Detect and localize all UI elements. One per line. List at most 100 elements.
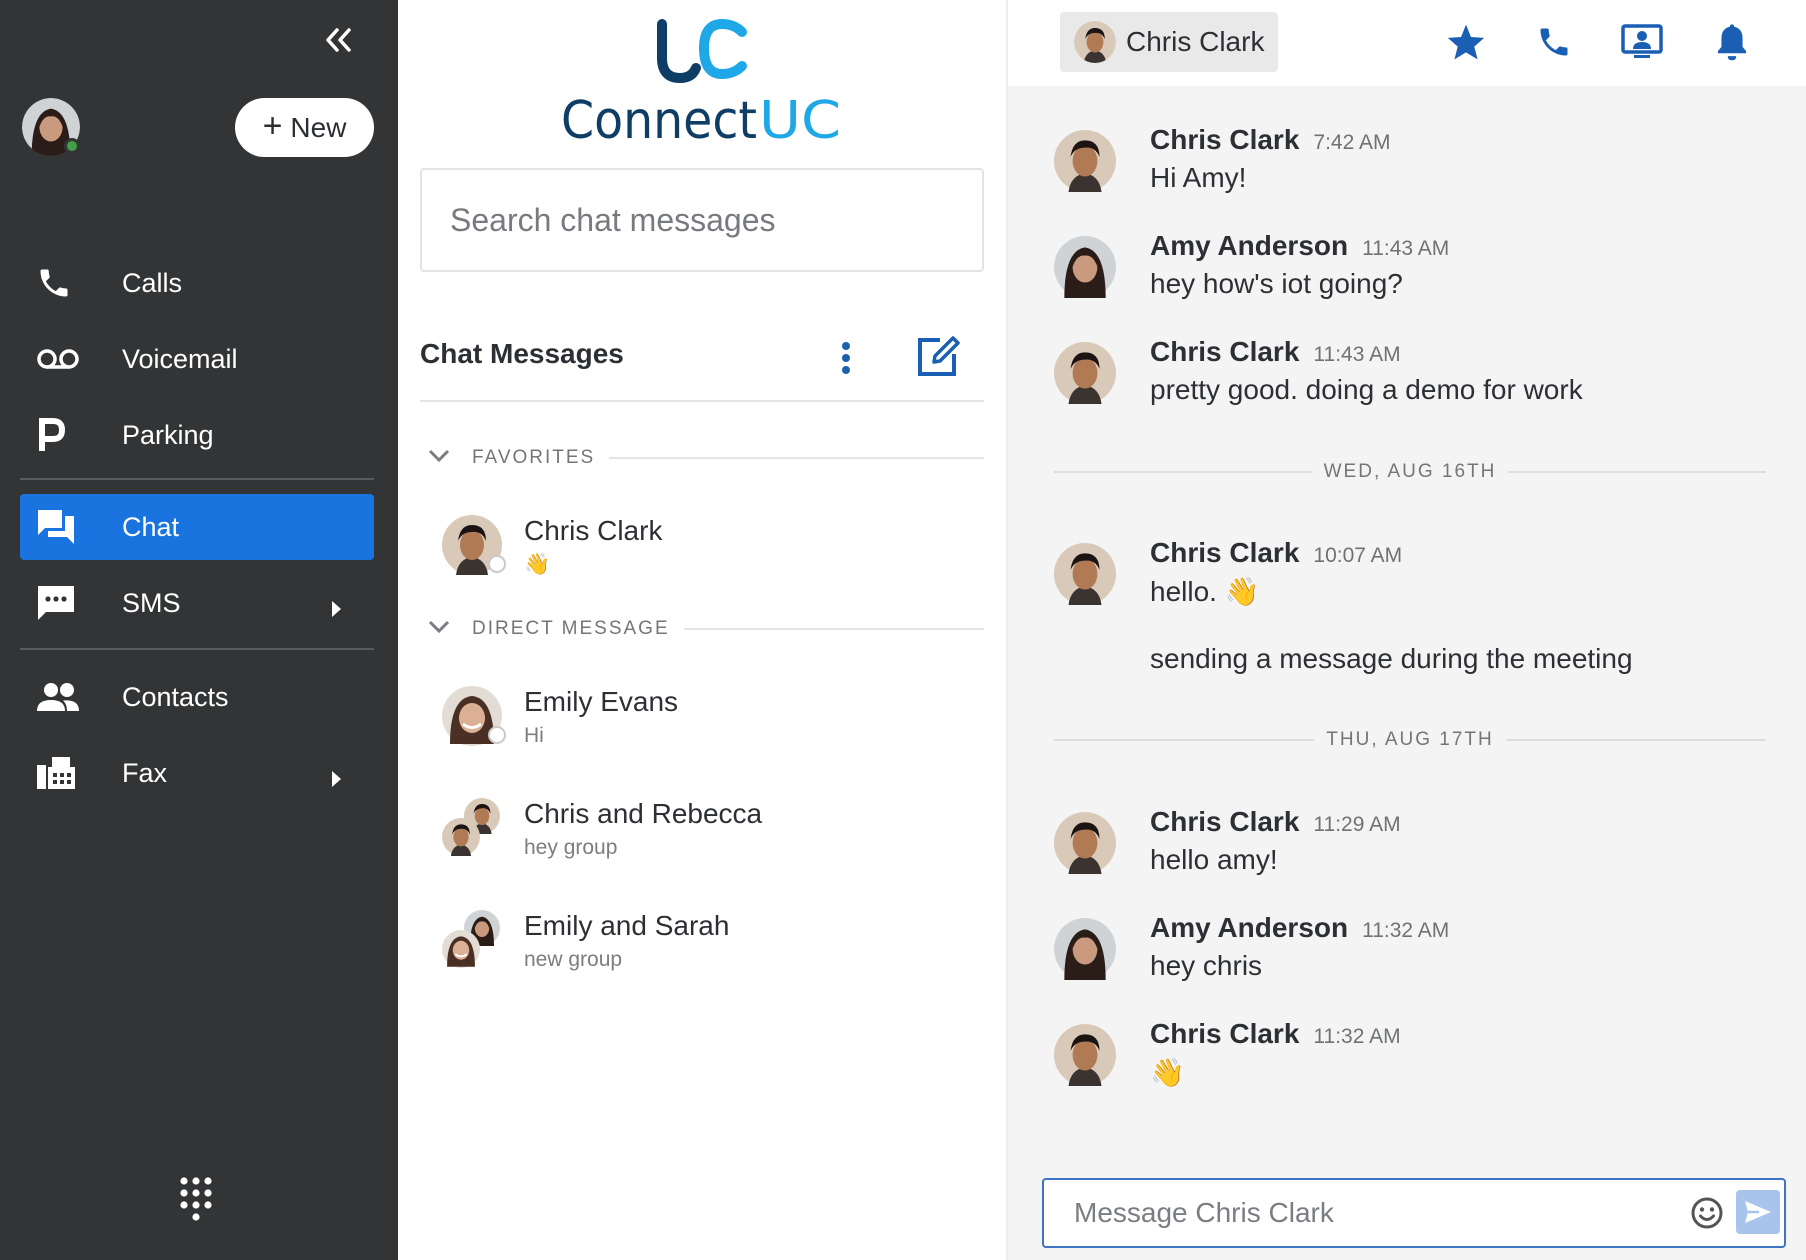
double-chevron-left-icon — [326, 28, 351, 52]
message-text: pretty good. doing a demo for work — [1150, 374, 1583, 405]
message-sender: Chris Clark 11:29 AM — [1150, 806, 1401, 838]
connectuc-logo: Connect UC — [558, 18, 848, 151]
conversation-name: Emily and Sarah — [524, 910, 730, 941]
direct-message-section-header[interactable]: DIRECT MESSAGE — [428, 614, 984, 644]
conversation-preview: new group — [524, 948, 623, 971]
contact-chip[interactable]: Chris Clark — [1060, 12, 1278, 72]
svg-text:Connect: Connect — [561, 91, 757, 148]
nav-item-contacts[interactable]: Contacts — [20, 664, 374, 730]
nav-item-voicemail[interactable]: Voicemail — [20, 326, 374, 392]
conversation-list-panel: Connect UC Chat Messages FAVORITES Chris… — [398, 0, 1008, 1260]
chevron-down-icon — [428, 620, 450, 639]
list-header-divider — [420, 400, 984, 402]
date-separator: WED, AUG 16TH — [1054, 460, 1766, 484]
sidebar: + New Calls Voicemail Parking Chat SMS C… — [0, 0, 398, 1260]
conversation-item-emily-and-sarah[interactable]: Emily and Sarah new group — [428, 910, 984, 1000]
message-text: hey chris — [1150, 950, 1263, 981]
sender-name: Amy Anderson — [1150, 230, 1349, 261]
message-time: 11:43 AM — [1313, 343, 1401, 366]
nav-item-sms[interactable]: SMS — [20, 570, 374, 636]
conversation-item-chris-and-rebecca[interactable]: Chris and Rebecca hey group — [428, 798, 984, 888]
date-label: THU, AUG 17TH — [1326, 729, 1494, 750]
section-divider — [683, 628, 984, 630]
nav-divider — [20, 648, 374, 650]
new-button[interactable]: + New — [235, 98, 374, 157]
caret-right-icon — [330, 594, 342, 625]
nav-item-fax[interactable]: Fax — [20, 740, 374, 806]
message-time: 11:29 AM — [1313, 813, 1401, 836]
nav-label-fax: Fax — [122, 757, 168, 788]
message-time: 11:43 AM — [1362, 237, 1450, 260]
message-sender: Amy Anderson 11:32 AM — [1150, 912, 1449, 944]
new-button-label: New — [290, 111, 347, 143]
message-sender: Chris Clark 11:43 AM — [1150, 336, 1401, 368]
send-icon — [1745, 1201, 1771, 1223]
chat-header: Chris Clark — [1008, 0, 1806, 86]
nav-item-chat[interactable]: Chat — [20, 494, 374, 560]
message-time: 11:32 AM — [1313, 1025, 1401, 1048]
nav-label-sms: SMS — [122, 587, 181, 618]
avatar — [1054, 1024, 1116, 1086]
nav-label-calls: Calls — [122, 267, 183, 298]
message-time: 7:42 AM — [1313, 131, 1391, 154]
date-separator: THU, AUG 17TH — [1054, 728, 1767, 752]
contact-name: Chris Clark — [1126, 26, 1265, 57]
bell-icon[interactable] — [1710, 20, 1754, 64]
phone-call-icon[interactable] — [1532, 20, 1576, 64]
screen-share-icon[interactable] — [1620, 20, 1664, 64]
favorites-label: FAVORITES — [472, 447, 596, 468]
sender-name: Chris Clark — [1150, 537, 1300, 568]
message-sender: Chris Clark 7:42 AM — [1150, 124, 1390, 156]
avatar — [1074, 21, 1116, 63]
group-avatar — [442, 910, 502, 970]
compose-message-icon[interactable] — [914, 332, 962, 380]
collapse-sidebar-button[interactable] — [318, 20, 358, 60]
avatar — [1054, 236, 1116, 298]
phone-icon — [36, 265, 96, 301]
chat-pane: Chris Clark Chris Clark 7:42 AM Hi Amy! A… — [1008, 0, 1806, 1260]
send-button[interactable] — [1736, 1190, 1780, 1234]
message-time: 10:07 AM — [1313, 544, 1403, 567]
conversation-name: Emily Evans — [524, 686, 679, 717]
date-label: WED, AUG 16TH — [1323, 461, 1497, 482]
dialpad-icon[interactable] — [178, 1176, 214, 1224]
message-input[interactable] — [1044, 1180, 1644, 1246]
search-chat-input[interactable] — [420, 168, 984, 272]
favorites-section-header[interactable]: FAVORITES — [428, 443, 984, 473]
nav-item-calls[interactable]: Calls — [20, 250, 374, 316]
nav-item-parking[interactable]: Parking — [20, 402, 374, 468]
nav-label-chat: Chat — [122, 511, 180, 542]
conversation-item-chris-clark[interactable]: Chris Clark 👋 — [428, 515, 984, 605]
svg-text:UC: UC — [759, 91, 841, 148]
group-avatar — [442, 798, 502, 858]
conversation-preview: Hi — [524, 724, 544, 747]
nav-divider — [20, 478, 374, 480]
chat-icon — [36, 508, 96, 546]
message-sender: Chris Clark 10:07 AM — [1150, 537, 1402, 569]
avatar — [1054, 812, 1116, 874]
conversation-item-emily-evans[interactable]: Emily Evans Hi — [428, 686, 984, 776]
presence-status-indicator — [64, 138, 80, 154]
conversation-name: Chris Clark — [524, 515, 663, 546]
status-indicator — [488, 726, 506, 744]
message-time: 11:32 AM — [1362, 919, 1450, 942]
avatar — [1054, 543, 1116, 605]
nav-label-contacts: Contacts — [122, 681, 229, 712]
star-icon[interactable] — [1444, 20, 1488, 64]
conversation-preview: 👋 — [524, 553, 551, 576]
message-text: hello. 👋 — [1150, 576, 1260, 607]
sms-icon — [36, 584, 96, 622]
sender-name: Amy Anderson — [1150, 912, 1349, 943]
message-sender: Chris Clark 11:32 AM — [1150, 1018, 1401, 1050]
sender-name: Chris Clark — [1150, 124, 1300, 155]
separator-line — [1054, 471, 1312, 473]
nav-label-parking: Parking — [122, 419, 214, 450]
more-options-icon[interactable] — [836, 338, 856, 378]
voicemail-icon — [36, 348, 96, 370]
parking-icon — [36, 417, 96, 453]
message-text: 👋 — [1150, 1057, 1185, 1088]
fax-icon — [36, 755, 96, 791]
separator-line — [1508, 471, 1766, 473]
contacts-icon — [36, 681, 96, 713]
emoji-icon[interactable] — [1690, 1196, 1724, 1230]
